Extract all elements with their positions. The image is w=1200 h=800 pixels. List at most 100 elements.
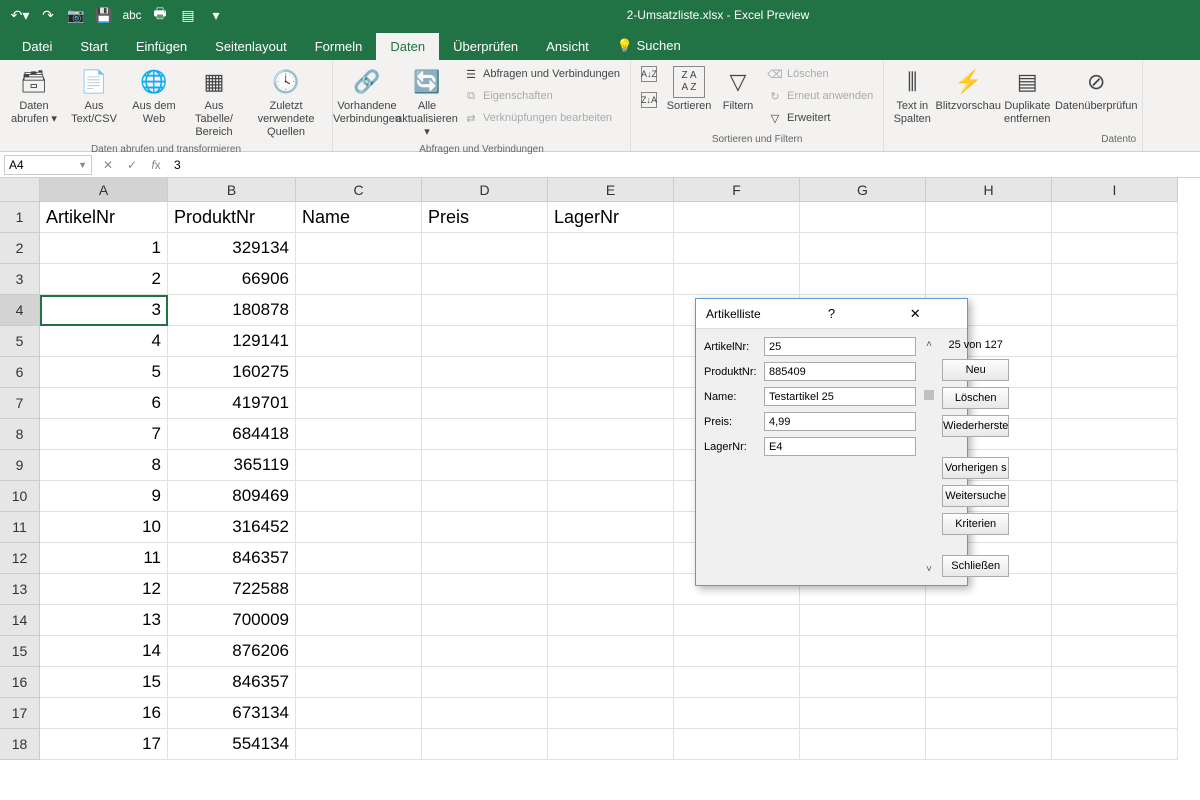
cell[interactable] [296, 357, 422, 388]
cell[interactable] [296, 729, 422, 760]
column-header-A[interactable]: A [40, 178, 168, 202]
name-input[interactable] [764, 387, 916, 406]
cell[interactable] [1052, 450, 1178, 481]
cell[interactable] [674, 202, 800, 233]
aus-web-button[interactable]: 🌐Aus dem Web [126, 64, 182, 128]
cell[interactable] [1052, 202, 1178, 233]
cell[interactable] [422, 667, 548, 698]
row-header[interactable]: 13 [0, 574, 40, 605]
cell[interactable] [422, 698, 548, 729]
cell[interactable] [548, 357, 674, 388]
cell[interactable] [1052, 729, 1178, 760]
weitersuchen-button[interactable]: Weitersuche [942, 485, 1009, 507]
dialog-scrollbar[interactable]: ˄ ˅ [924, 337, 934, 577]
duplikate-entfernen-button[interactable]: ▤Duplikate entfernen [1002, 64, 1052, 128]
cell[interactable] [296, 450, 422, 481]
verknuepfungen-button[interactable]: ⇄Verknüpfungen bearbeiten [459, 108, 624, 128]
cell[interactable]: 1 [40, 233, 168, 264]
cell[interactable] [548, 667, 674, 698]
cell[interactable] [296, 605, 422, 636]
cell[interactable] [548, 388, 674, 419]
cell[interactable] [296, 543, 422, 574]
column-header-D[interactable]: D [422, 178, 548, 202]
cell[interactable]: 329134 [168, 233, 296, 264]
filter-loeschen-button[interactable]: ⌫Löschen [763, 64, 877, 84]
name-box[interactable]: A4▼ [4, 155, 92, 175]
cell[interactable]: 17 [40, 729, 168, 760]
cell[interactable] [926, 605, 1052, 636]
tab-seitenlayout[interactable]: Seitenlayout [201, 33, 301, 60]
tab-datei[interactable]: Datei [8, 33, 66, 60]
row-header[interactable]: 8 [0, 419, 40, 450]
scroll-down-icon[interactable]: ˅ [926, 564, 932, 575]
blitzvorschau-button[interactable]: ⚡Blitzvorschau [938, 64, 998, 115]
dialog-titlebar[interactable]: Artikelliste ? ✕ [696, 299, 967, 329]
cell[interactable]: 160275 [168, 357, 296, 388]
cell[interactable] [1052, 233, 1178, 264]
cell[interactable] [926, 264, 1052, 295]
row-header[interactable]: 16 [0, 667, 40, 698]
cell[interactable]: 13 [40, 605, 168, 636]
formula-input[interactable]: 3 [168, 158, 1200, 172]
scroll-up-icon[interactable]: ˄ [926, 339, 932, 350]
scroll-thumb[interactable] [924, 390, 934, 400]
cell[interactable] [674, 729, 800, 760]
lagernr-input[interactable] [764, 437, 916, 456]
camera-icon[interactable]: 📷 [68, 7, 84, 23]
cell[interactable] [548, 729, 674, 760]
cell[interactable] [422, 636, 548, 667]
cell[interactable]: 4 [40, 326, 168, 357]
cell[interactable] [548, 264, 674, 295]
column-header-G[interactable]: G [800, 178, 926, 202]
produktnr-input[interactable] [764, 362, 916, 381]
column-header-C[interactable]: C [296, 178, 422, 202]
neu-button[interactable]: Neu [942, 359, 1009, 381]
cell[interactable]: 14 [40, 636, 168, 667]
cell[interactable] [926, 202, 1052, 233]
zuletzt-quellen-button[interactable]: 🕓Zuletzt verwendete Quellen [246, 64, 326, 142]
cell[interactable] [1052, 419, 1178, 450]
cell[interactable] [926, 636, 1052, 667]
cell[interactable] [422, 295, 548, 326]
cell[interactable] [422, 233, 548, 264]
cell[interactable]: 3 [40, 295, 168, 326]
vorherigen-button[interactable]: Vorherigen s [942, 457, 1009, 479]
aus-tabelle-button[interactable]: ▦Aus Tabelle/ Bereich [186, 64, 242, 142]
cell[interactable] [1052, 605, 1178, 636]
cell[interactable]: 6 [40, 388, 168, 419]
row-header[interactable]: 2 [0, 233, 40, 264]
cell[interactable] [548, 326, 674, 357]
cell[interactable]: 876206 [168, 636, 296, 667]
cell[interactable] [1052, 388, 1178, 419]
row-header[interactable]: 15 [0, 636, 40, 667]
cell[interactable]: 316452 [168, 512, 296, 543]
qat-dropdown-icon[interactable]: ▾ [208, 7, 224, 23]
vorhandene-verbindungen-button[interactable]: 🔗Vorhandene Verbindungen [339, 64, 395, 128]
cell[interactable] [926, 698, 1052, 729]
sort-asc-button[interactable]: A↓Z [637, 64, 661, 84]
schliessen-button[interactable]: Schließen [942, 555, 1009, 577]
cell[interactable] [296, 636, 422, 667]
preis-input[interactable] [764, 412, 916, 431]
cell[interactable]: 129141 [168, 326, 296, 357]
cell[interactable]: 66906 [168, 264, 296, 295]
cell[interactable] [1052, 264, 1178, 295]
row-header[interactable]: 7 [0, 388, 40, 419]
cell[interactable]: 684418 [168, 419, 296, 450]
row-header[interactable]: 11 [0, 512, 40, 543]
cell[interactable] [800, 605, 926, 636]
cell[interactable]: 419701 [168, 388, 296, 419]
erneut-anwenden-button[interactable]: ↻Erneut anwenden [763, 86, 877, 106]
filtern-button[interactable]: ▽Filtern [717, 64, 759, 115]
cell[interactable] [1052, 357, 1178, 388]
cell[interactable] [548, 636, 674, 667]
cell[interactable] [422, 729, 548, 760]
cell[interactable]: 16 [40, 698, 168, 729]
cell[interactable]: Name [296, 202, 422, 233]
cell[interactable] [296, 388, 422, 419]
undo-icon[interactable]: ↶▾ [12, 7, 28, 23]
cell[interactable]: 846357 [168, 667, 296, 698]
kriterien-button[interactable]: Kriterien [942, 513, 1009, 535]
alle-aktualisieren-button[interactable]: 🔄Alle aktualisieren ▾ [399, 64, 455, 142]
text-in-spalten-button[interactable]: ⫼Text in Spalten [890, 64, 934, 128]
